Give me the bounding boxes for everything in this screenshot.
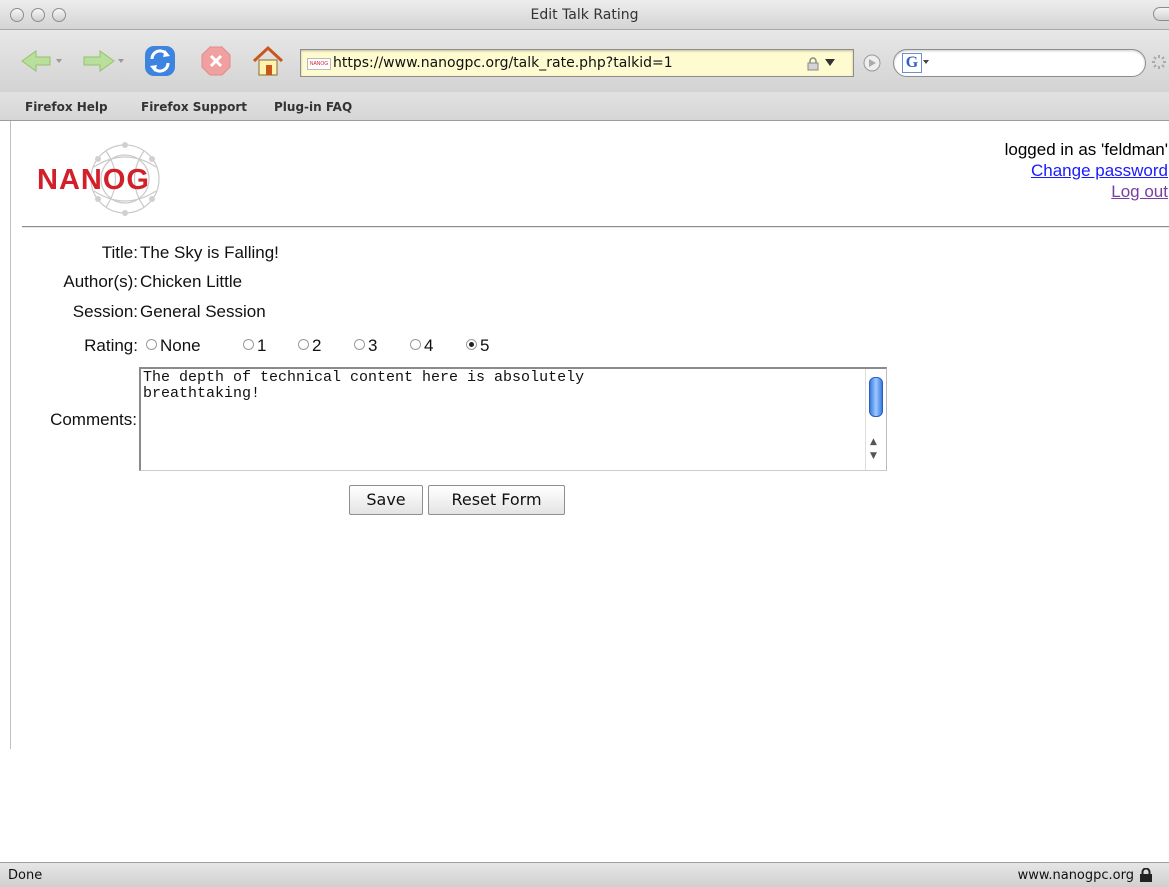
rating-option-label: None [160,336,201,355]
reset-form-button[interactable]: Reset Form [428,485,565,515]
session-label: Session: [72,302,138,321]
save-button[interactable]: Save [349,485,423,515]
session-value: General Session [140,302,266,321]
radio-3[interactable] [354,339,365,350]
radio-4[interactable] [410,339,421,350]
back-arrow-icon [21,50,62,72]
secure-lock-icon[interactable] [1139,868,1153,882]
home-icon [252,45,284,76]
google-icon[interactable]: G [902,53,922,73]
reload-icon [145,46,175,76]
scrollbar-thumb[interactable] [869,377,883,417]
rating-option-label: 4 [424,336,434,355]
home-button[interactable] [250,44,286,78]
comments-scrollbar[interactable]: ▲ ▼ [865,369,886,470]
forward-button[interactable] [78,44,126,78]
rating-label: Rating: [84,336,138,355]
radio-1[interactable] [243,339,254,350]
stop-icon [201,46,231,76]
rating-option-4[interactable]: 4 [410,336,433,356]
rating-options: None 1 2 3 4 5 [140,336,520,358]
authors-value: Chicken Little [140,272,243,291]
bookmark-plugin-faq[interactable]: Plug-in FAQ [274,100,352,114]
navigation-toolbar: NANOG https://www.nanogpc.org/talk_rate.… [0,30,1169,92]
address-text[interactable]: https://www.nanogpc.org/talk_rate.php?ta… [333,55,673,71]
session-row: Session: General Session [0,302,1169,324]
stop-button[interactable] [198,44,234,78]
logged-in-status: logged in as 'feldman' [1004,140,1168,159]
authors-label: Author(s): [63,272,138,291]
scroll-up-icon[interactable]: ▲ [870,437,877,447]
rating-option-label: 5 [480,336,490,355]
rating-option-label: 1 [257,336,267,355]
window-titlebar: Edit Talk Rating [0,0,1169,30]
bookmark-firefox-help[interactable]: Firefox Help [25,100,108,114]
radio-2[interactable] [298,339,309,350]
back-button[interactable] [18,44,66,78]
rating-option-3[interactable]: 3 [354,336,377,356]
comments-label-row: Comments: [0,410,138,432]
title-row: Title: The Sky is Falling! [0,243,1169,265]
radio-none[interactable] [146,339,157,350]
rating-option-label: 3 [368,336,378,355]
address-bar[interactable]: NANOG https://www.nanogpc.org/talk_rate.… [300,49,854,77]
go-button-icon[interactable] [862,53,882,73]
lock-icon [807,57,819,71]
title-value: The Sky is Falling! [140,243,279,262]
status-text: Done [8,868,43,883]
rating-option-2[interactable]: 2 [298,336,321,356]
account-panel: logged in as 'feldman' Change password L… [1005,139,1168,202]
throbber-icon [1152,55,1166,69]
title-label: Title: [101,243,138,262]
bookmark-firefox-support[interactable]: Firefox Support [141,100,247,114]
rating-option-5[interactable]: 5 [466,336,489,356]
window-title: Edit Talk Rating [530,7,639,23]
reload-button[interactable] [142,44,178,78]
comments-text[interactable]: The depth of technical content here is a… [143,370,853,402]
radio-5[interactable] [466,339,477,350]
rating-option-label: 2 [312,336,322,355]
rating-option-none[interactable]: None [146,336,201,356]
comments-textarea[interactable]: The depth of technical content here is a… [139,367,887,471]
status-host: www.nanogpc.org [1017,868,1134,883]
toolbar-toggle-button[interactable] [1153,7,1169,21]
log-out-link[interactable]: Log out [1111,182,1168,201]
site-favicon-icon: NANOG [307,58,331,70]
forward-arrow-icon [83,50,124,72]
rating-row: Rating: None 1 2 3 4 5 [0,336,1169,358]
comments-label: Comments: [50,410,137,429]
scroll-down-icon[interactable]: ▼ [870,451,877,461]
bookmarks-toolbar: Firefox Help Firefox Support Plug-in FAQ [0,92,1169,121]
dropdown-arrow-icon[interactable] [825,59,835,67]
change-password-link[interactable]: Change password [1031,161,1168,180]
authors-row: Author(s): Chicken Little [0,272,1169,294]
search-engine-dropdown-icon[interactable] [923,60,929,65]
nanog-logo-graphic: NANOG [37,142,160,216]
rating-option-1[interactable]: 1 [243,336,266,356]
search-box[interactable]: G [893,49,1146,77]
header-divider [22,226,1169,228]
nanog-logo[interactable]: NANOG [26,137,226,224]
logo-text: NANOG [37,164,150,196]
status-bar: Done www.nanogpc.org [0,862,1169,887]
